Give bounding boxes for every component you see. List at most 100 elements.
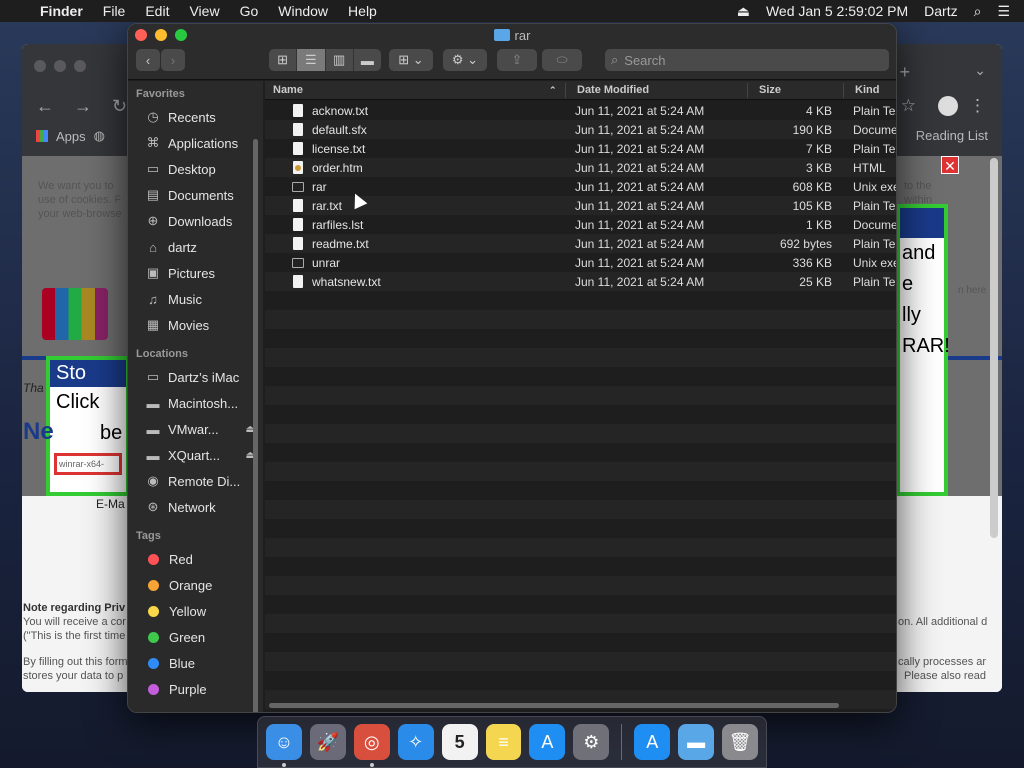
column-date[interactable]: Date Modified [577,84,649,96]
tag-button[interactable]: ⬭ [542,49,582,71]
dock-chrome[interactable]: ◎ [353,724,390,767]
column-size[interactable]: Size [759,84,781,96]
forward-icon[interactable]: → [74,96,92,117]
browser-menu-icon[interactable]: ⋮ [969,96,986,116]
sidebar-item-dartz[interactable]: ⌂ dartz [128,234,263,260]
gallery-view-button[interactable]: ▬ [354,49,381,71]
sidebar-item-red[interactable]: Red [128,546,263,572]
winrar-logo [42,288,108,340]
folder-icon [493,29,510,41]
file-row[interactable]: license.txt Jun 11, 2021 at 5:24 AM 7 KB Pl… [265,139,896,158]
sidebar-scrollbar[interactable] [253,139,258,712]
sidebar-item-purple[interactable]: Purple [128,676,263,702]
share-button[interactable]: ⇪ [497,49,537,71]
page-scrollbar[interactable] [990,158,998,538]
dock-trash[interactable]: 🗑 [722,724,758,760]
control-center-icon[interactable]: ☰ [997,3,1010,20]
file-name: rar.txt [312,199,343,213]
cookie-text-1: We want you to [38,180,114,192]
dock-notes[interactable]: ≡ [485,724,522,760]
column-kind[interactable]: Kind [855,84,879,96]
column-name[interactable]: Name [273,84,303,96]
dock-launchpad[interactable]: 🚀 [309,724,346,760]
window-title-text: rar [514,28,531,43]
sidebar-item-desktop[interactable]: ▭ Desktop [128,156,263,182]
file-row[interactable]: order.htm Jun 11, 2021 at 5:24 AM 3 KB HTML [265,158,896,177]
sidebar-item-music[interactable]: ♫ Music [128,286,263,312]
applications-icon: ⌘ [146,135,160,150]
reload-icon[interactable]: ↻ [112,96,127,117]
sidebar-item-orange[interactable]: Orange [128,572,263,598]
menu-app-name[interactable]: Finder [40,3,83,19]
grid-icon: ⊞ ⌄ [398,52,424,67]
sidebar-item-movies[interactable]: ▦ Movies [128,312,263,338]
sidebar-item-label: Blue [169,655,196,671]
sidebar-item-xquart[interactable]: ▬ XQuart... ⏏ [128,442,263,468]
action-button[interactable]: ⚙ ⌄ [443,49,487,71]
menu-view[interactable]: View [189,3,219,19]
bookmark-star-icon[interactable]: ☆ [901,96,916,116]
popup-close-icon[interactable]: ✕ [941,156,959,174]
sidebar-item-dartz-s-imac[interactable]: ▭ Dartz’s iMac [128,364,263,390]
sidebar-item-remote-di[interactable]: ◉ Remote Di... [128,468,263,494]
sidebar-item-vmwar[interactable]: ▬ VMwar... ⏏ [128,416,263,442]
menu-edit[interactable]: Edit [145,3,169,19]
reading-list[interactable]: Reading List [916,128,988,143]
user-name[interactable]: Dartz [924,3,957,19]
file-size: 4 KB [805,104,832,118]
clock[interactable]: Wed Jan 5 2:59:02 PM [766,3,908,19]
dock-calendar[interactable]: 5 [441,724,478,760]
sidebar-item-green[interactable]: Green [128,624,263,650]
favorites-list: ◷ Recents ⌘ Applications ▭ Desktop ▤ Documents ⊕… [128,104,263,338]
sidebar-item-macintosh[interactable]: ▬ Macintosh... [128,390,263,416]
file-row[interactable]: unrar Jun 11, 2021 at 5:24 AM 336 KB Unix e… [265,253,896,272]
file-kind: HTML [853,161,886,175]
file-row[interactable]: readme.txt Jun 11, 2021 at 5:24 AM 692 byt… [265,234,896,253]
eject-icon[interactable]: ⏏ [737,3,750,20]
group-by-button[interactable]: ⊞ ⌄ [389,49,433,71]
trash-icon: 🗑 [728,731,752,752]
file-row[interactable]: whatsnew.txt Jun 11, 2021 at 5:24 AM 25 KB… [265,272,896,291]
sidebar-item-network[interactable]: ⊛ Network [128,494,263,520]
folder-icon: ▬ [687,731,706,752]
dock-system-preferences[interactable]: ⚙ [573,724,610,760]
menu-help[interactable]: Help [348,3,377,19]
tab-search-icon[interactable]: ⌄ [974,62,986,79]
sort-chevron-icon[interactable]: ⌃ [549,85,557,96]
file-row[interactable]: rarfiles.lst Jun 11, 2021 at 5:24 AM 1 KB D… [265,215,896,234]
dock-finder[interactable]: ☺ [266,724,302,767]
file-row[interactable]: default.sfx Jun 11, 2021 at 5:24 AM 190 KB… [265,120,896,139]
menu-go[interactable]: Go [240,3,259,19]
spotlight-icon[interactable]: ⌕ [974,3,982,20]
dock-safari[interactable]: ✧ [397,724,434,760]
back-icon[interactable]: ← [36,96,54,117]
dock-downloads-stack[interactable]: ▬ [678,724,715,760]
search-icon: ⌕ [611,52,619,67]
sidebar-item-recents[interactable]: ◷ Recents [128,104,263,130]
dock-app-store[interactable]: A [529,724,566,760]
menu-file[interactable]: File [103,3,126,19]
sidebar-item-documents[interactable]: ▤ Documents [128,182,263,208]
search-field[interactable]: ⌕ Search [605,49,889,71]
horizontal-scrollbar[interactable] [269,703,839,708]
sidebar-item-pictures[interactable]: ▣ Pictures [128,260,263,286]
file-row[interactable]: acknow.txt Jun 11, 2021 at 5:24 AM 4 KB Pla… [265,101,896,120]
forward-button[interactable]: › [161,49,185,71]
menu-window[interactable]: Window [278,3,328,19]
list-view-button[interactable]: ☰ [297,49,326,71]
back-button[interactable]: ‹ [136,49,160,71]
dock-app-store-folder[interactable]: A [634,724,671,760]
file-date-modified: Jun 11, 2021 at 5:24 AM [575,142,705,156]
icon-view-button[interactable]: ⊞ [269,49,298,71]
apps-bookmark[interactable]: Apps ◍ [36,128,105,144]
empty-row [265,462,896,481]
sidebar-item-downloads[interactable]: ⊕ Downloads [128,208,263,234]
column-view-button[interactable]: ▥ [326,49,354,71]
sidebar-item-yellow[interactable]: Yellow [128,598,263,624]
profile-avatar[interactable] [938,96,958,116]
promo-right-line2: e [902,273,914,295]
new-tab-icon[interactable]: + [899,62,910,83]
notes-icon: ≡ [498,731,509,752]
sidebar-item-blue[interactable]: Blue [128,650,263,676]
sidebar-item-applications[interactable]: ⌘ Applications [128,130,263,156]
